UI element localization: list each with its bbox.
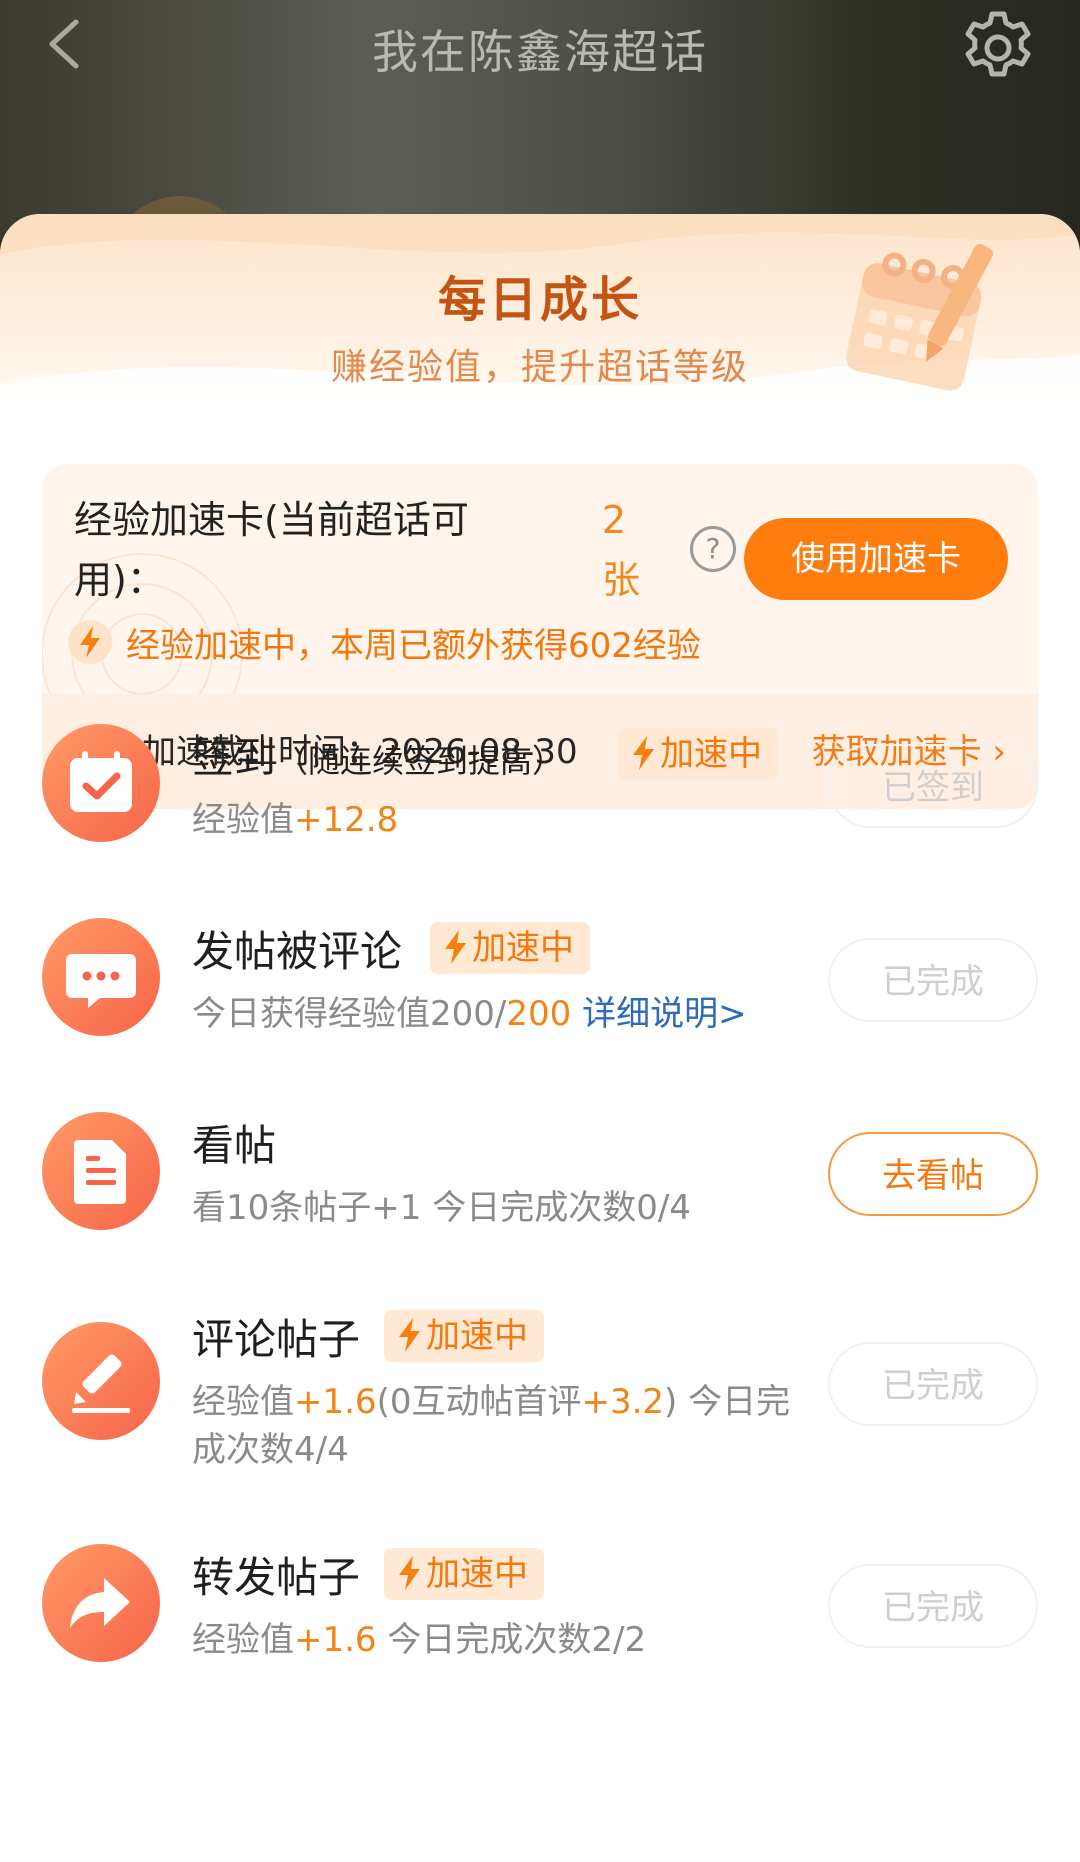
help-icon[interactable]: ?	[690, 526, 736, 572]
desc-label: 经验值	[192, 1620, 294, 1660]
boosting-badge: 加速中	[618, 728, 778, 780]
desc-value-2: +3.2	[581, 1382, 665, 1422]
badge-label: 加速中	[426, 1316, 528, 1356]
lightning-icon	[633, 735, 654, 770]
details-link[interactable]: 详细说明>	[582, 994, 747, 1034]
task-name: 看帖	[192, 1121, 277, 1170]
boosting-badge: 加速中	[430, 922, 590, 974]
lightning-icon	[445, 929, 466, 964]
lightning-icon	[68, 620, 112, 664]
pencil-icon	[42, 1322, 160, 1440]
calendar-pencil-icon	[846, 243, 994, 391]
task-checkin: 签到（随连续签到提高） 加速中 经验值+12.8 已签到	[0, 704, 1080, 864]
desc-tail: 今日完成次数2/2	[376, 1620, 647, 1660]
task-desc: 看10条帖子+1 今日完成次数0/4	[192, 1188, 691, 1228]
badge-label: 加速中	[472, 928, 574, 968]
daily-growth-sheet: 每日成长 赚经验值，提升超话等级 经验加速卡(当前超话可用)： 2张 ? 使用加…	[0, 214, 1080, 1862]
task-desc: 经验值+1.6(0互动帖首评+3.2) 今日完成次数4/4	[192, 1378, 812, 1474]
go-view-posts-button[interactable]: 去看帖	[828, 1132, 1038, 1216]
task-name: 转发帖子	[192, 1553, 361, 1602]
desc-label: 经验值	[192, 800, 294, 840]
desc-label: 经验值	[192, 1382, 294, 1422]
task-repost: 转发帖子 加速中 经验值+1.6 今日完成次数2/2 已完成	[0, 1524, 1080, 1684]
desc-value: +1.6	[294, 1382, 377, 1422]
badge-label: 加速中	[660, 734, 762, 774]
task-view-posts: 看帖 看10条帖子+1 今日完成次数0/4 去看帖	[0, 1092, 1080, 1252]
sheet-header: 每日成长 赚经验值，提升超话等级	[0, 214, 1080, 444]
share-arrow-icon	[42, 1544, 160, 1662]
completed-button[interactable]: 已完成	[828, 1564, 1038, 1648]
boost-card-count: 2张	[602, 498, 641, 602]
desc-label: 今日获得经验值200/	[192, 994, 507, 1034]
completed-button[interactable]: 已完成	[828, 938, 1038, 1022]
boost-card-name: 经验加速卡(当前超话可用)：	[74, 498, 469, 602]
top-header: 我在陈鑫海超话	[0, 0, 1080, 336]
task-desc: 经验值+1.6 今日完成次数2/2	[192, 1616, 646, 1664]
desc-value: +1.6	[294, 1620, 377, 1660]
boosting-badge: 加速中	[384, 1548, 544, 1600]
boosting-badge: 加速中	[384, 1310, 544, 1362]
badge-label: 加速中	[426, 1554, 528, 1594]
task-name: 评论帖子	[192, 1315, 361, 1364]
task-note: （随连续签到提高）	[276, 742, 565, 780]
task-name: 发帖被评论	[192, 927, 403, 976]
chat-bubble-icon	[42, 918, 160, 1036]
page-title: 我在陈鑫海超话	[372, 25, 708, 79]
task-name: 签到（随连续签到提高）	[192, 724, 564, 785]
document-icon	[42, 1112, 160, 1230]
completed-button[interactable]: 已完成	[828, 1342, 1038, 1426]
desc-value: 200	[506, 994, 572, 1034]
desc-value: +12.8	[294, 800, 399, 840]
calendar-check-icon	[42, 724, 160, 842]
task-post-commented: 发帖被评论 加速中 今日获得经验值200/200 详细说明> 已完成	[0, 898, 1080, 1058]
checked-in-button[interactable]: 已签到	[828, 744, 1038, 828]
desc-mid: (0互动帖首评	[376, 1382, 582, 1422]
task-title: 签到	[192, 733, 277, 782]
task-desc: 今日获得经验值200/200 详细说明>	[192, 990, 747, 1038]
boost-status: 经验加速中，本周已额外获得602经验	[126, 626, 701, 666]
task-comment-posts: 评论帖子 加速中 经验值+1.6(0互动帖首评+3.2) 今日完成次数4/4 已…	[0, 1286, 1080, 1486]
settings-gear-icon[interactable]	[958, 8, 1038, 88]
use-boost-card-button[interactable]: 使用加速卡	[744, 518, 1008, 600]
task-desc: 经验值+12.8	[192, 796, 398, 844]
lightning-icon	[399, 1317, 420, 1352]
lightning-icon	[399, 1555, 420, 1590]
